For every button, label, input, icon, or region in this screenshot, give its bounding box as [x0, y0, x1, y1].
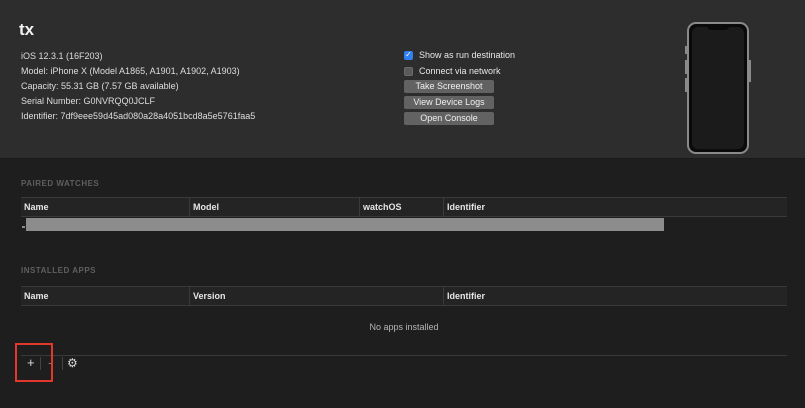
show-as-run-destination-checkbox[interactable]: ✓ Show as run destination — [404, 48, 515, 62]
col-app-name[interactable]: Name — [24, 291, 49, 301]
col-watchos[interactable]: watchOS — [363, 202, 402, 212]
device-capacity: Capacity: 55.31 GB (7.57 GB available) — [21, 81, 179, 91]
gear-icon[interactable]: ⚙ — [67, 356, 78, 370]
col-version[interactable]: Version — [193, 291, 226, 301]
view-device-logs-button[interactable]: View Device Logs — [404, 96, 494, 109]
take-screenshot-button[interactable]: Take Screenshot — [404, 80, 494, 93]
paired-watches-title: PAIRED WATCHES — [21, 179, 100, 188]
col-name[interactable]: Name — [24, 202, 49, 212]
paired-watches-header: Name Model watchOS Identifier — [21, 197, 787, 217]
footer-divider — [21, 355, 787, 356]
device-screen — [692, 27, 744, 149]
checkmark-icon: ✓ — [404, 50, 413, 60]
device-power-button — [749, 60, 751, 82]
device-serial: Serial Number: G0NVRQQ0JCLF — [21, 96, 156, 106]
col-identifier[interactable]: Identifier — [447, 202, 485, 212]
redacted-row-marker — [22, 226, 25, 228]
toolbar-separator — [62, 357, 63, 370]
iphone-device-icon — [685, 22, 751, 154]
device-info: iOS 12.3.1 (16F203) Model: iPhone X (Mod… — [21, 49, 255, 124]
col-model[interactable]: Model — [193, 202, 219, 212]
device-volume-down — [685, 78, 687, 92]
highlight-box — [15, 343, 53, 382]
device-side-button — [685, 46, 687, 54]
installed-apps-title: INSTALLED APPS — [21, 266, 97, 275]
open-console-button[interactable]: Open Console — [404, 112, 494, 125]
show-as-run-destination-label: Show as run destination — [419, 50, 516, 60]
no-apps-message: No apps installed — [369, 322, 439, 332]
connect-via-network-label: Connect via network — [419, 66, 501, 76]
device-ios-version: iOS 12.3.1 (16F203) — [21, 51, 103, 61]
device-options: ✓ Show as run destination Connect via ne… — [404, 48, 515, 128]
connect-via-network-checkbox[interactable]: Connect via network — [404, 64, 515, 78]
device-identifier: Identifier: 7df9eee59d45ad080a28a4051bcd… — [21, 111, 256, 121]
device-notch — [707, 25, 729, 30]
device-volume-up — [685, 60, 687, 74]
unchecked-box-icon — [404, 66, 413, 76]
device-name: tx — [19, 20, 35, 39]
col-app-identifier[interactable]: Identifier — [447, 291, 485, 301]
device-header: tx iOS 12.3.1 (16F203) Model: iPhone X (… — [0, 0, 805, 159]
device-model: Model: iPhone X (Model A1865, A1901, A19… — [21, 66, 240, 76]
redacted-row — [26, 218, 664, 231]
installed-apps-header: Name Version Identifier — [21, 286, 787, 306]
